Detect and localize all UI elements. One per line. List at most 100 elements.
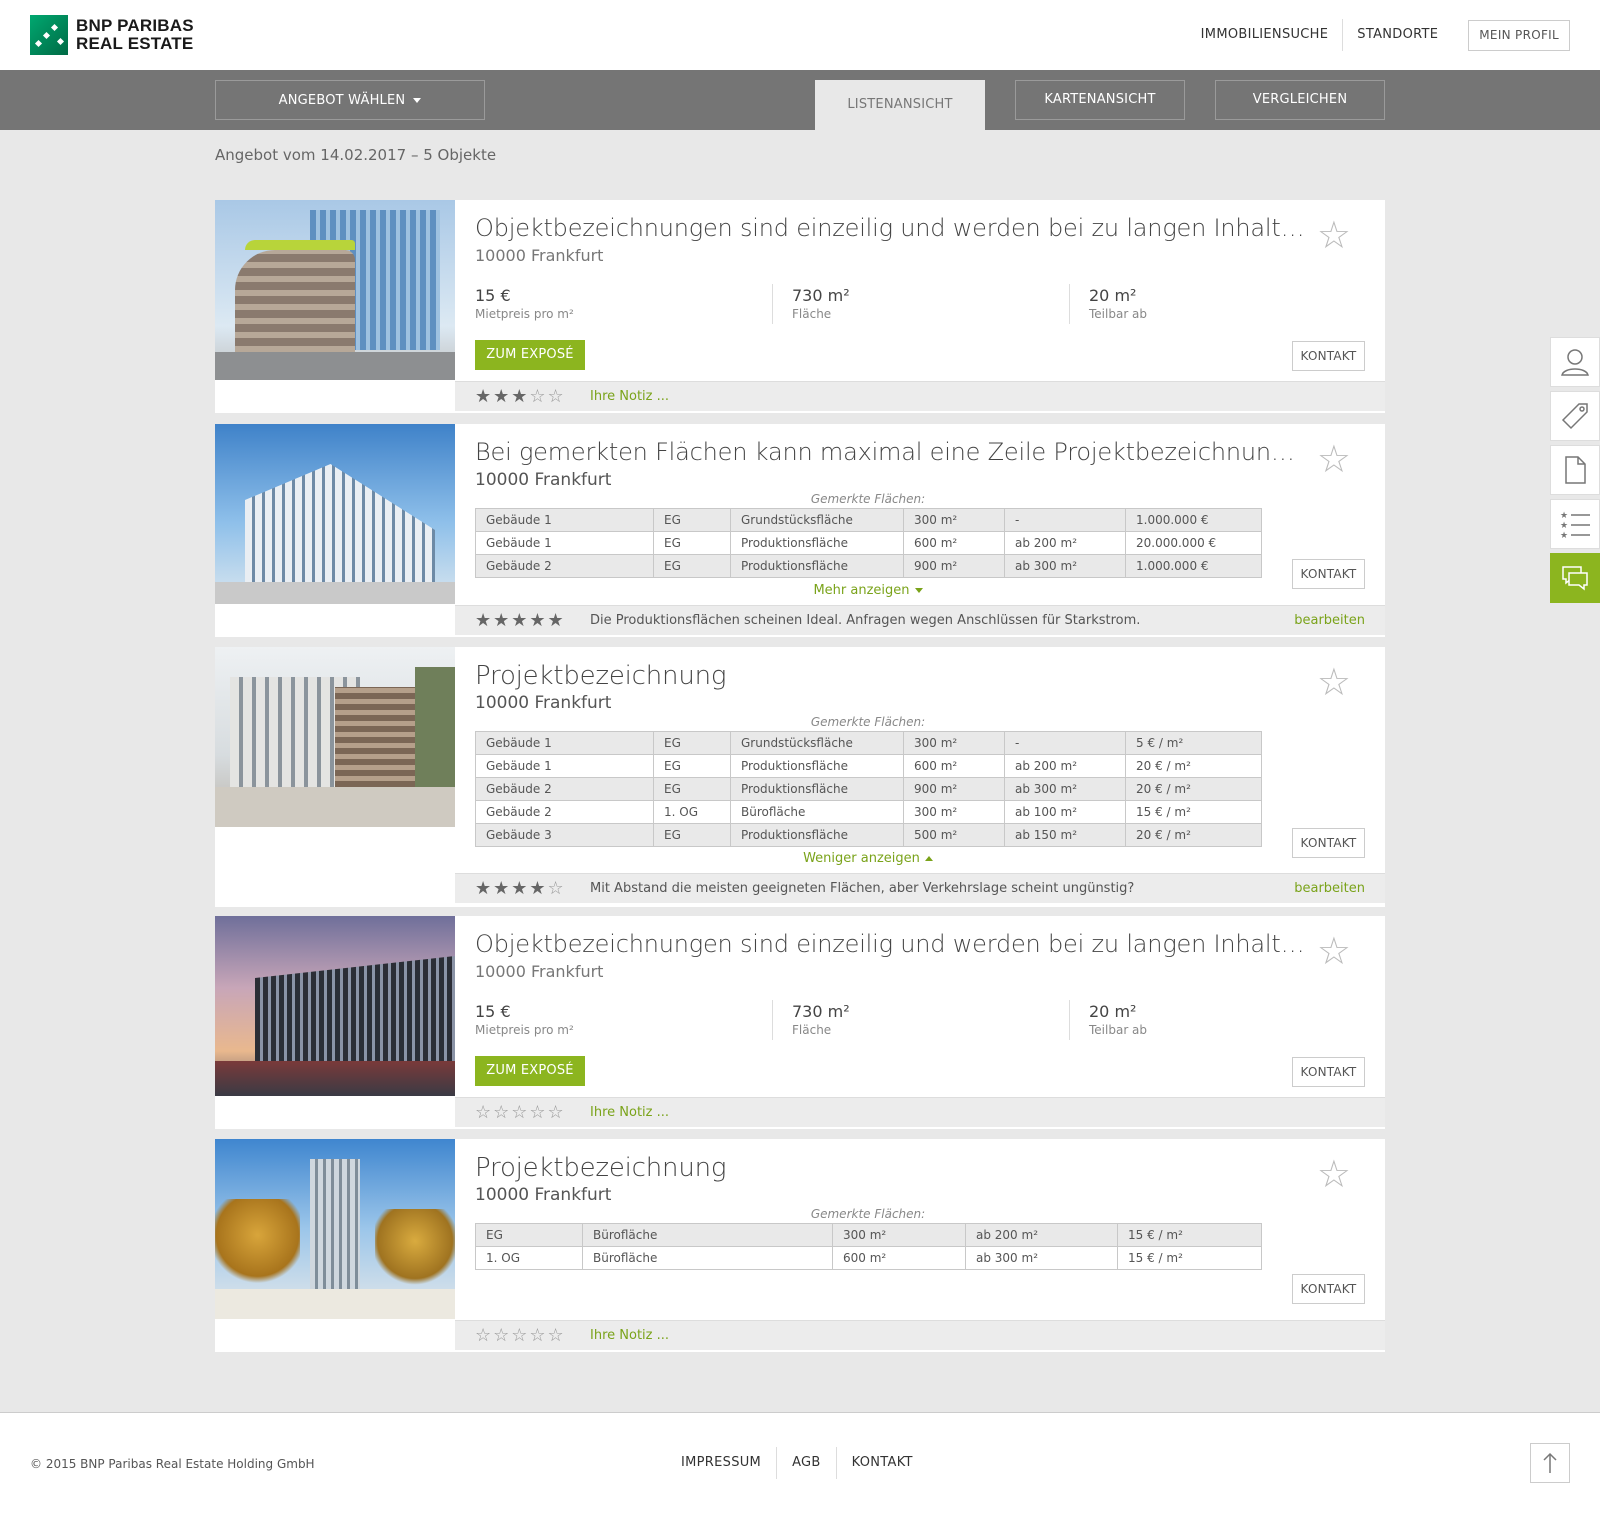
table-cell: ab 300 m² (1004, 777, 1126, 801)
property-title[interactable]: Bei gemerkten Flächen kann maximal eine … (475, 438, 1305, 466)
expose-button[interactable]: ZUM EXPOSÉ (475, 340, 585, 370)
property-image[interactable] (215, 647, 455, 827)
area-label: Fläche (792, 1023, 832, 1037)
chat-icon (1562, 566, 1588, 591)
footer-link-agb[interactable]: AGB (777, 1447, 836, 1479)
rating-stars[interactable]: ☆☆☆☆☆ (475, 1102, 566, 1123)
contact-button[interactable]: KONTAKT (1292, 1057, 1365, 1087)
note-bar: ★★★★★ Die Produktionsflächen scheinen Id… (455, 605, 1385, 635)
table-cell: 20 € / m² (1125, 754, 1262, 778)
profile-tool-button[interactable] (1550, 337, 1600, 387)
property-image[interactable] (215, 1139, 455, 1319)
rent-stat: 15 € Mietpreis pro m² (475, 1002, 574, 1037)
stat-divider (772, 1000, 773, 1040)
list-tool-button[interactable]: ★ ★ ★ (1550, 499, 1600, 549)
table-row[interactable]: EG Bürofläche 300 m² ab 200 m² 15 € / m² (475, 1223, 1262, 1247)
table-row[interactable]: Gebäude 1 EG Grundstücksfläche 300 m² - … (475, 508, 1262, 532)
show-less-link[interactable]: Weniger anzeigen (475, 851, 1261, 866)
marked-areas-table: Gebäude 1 EG Grundstücksfläche 300 m² - … (475, 508, 1262, 578)
table-cell: ab 200 m² (1004, 754, 1126, 778)
rating-stars[interactable]: ☆☆☆☆☆ (475, 1325, 566, 1346)
property-image[interactable] (215, 424, 455, 604)
footer-link-kontakt[interactable]: KONTAKT (837, 1447, 928, 1479)
chevron-down-icon (413, 97, 422, 103)
chevron-down-icon (914, 588, 923, 593)
area-value: 730 m² (792, 286, 850, 305)
contact-button[interactable]: KONTAKT (1292, 341, 1365, 371)
note-text: Die Produktionsflächen scheinen Ideal. A… (590, 613, 1141, 628)
table-cell: EG (653, 531, 731, 555)
footer-link-impressum[interactable]: IMPRESSUM (666, 1447, 776, 1479)
edit-note-link[interactable]: bearbeiten (1294, 613, 1365, 628)
table-cell: 600 m² (903, 754, 1005, 778)
property-title[interactable]: Objektbezeichnungen sind einzeilig und w… (475, 214, 1305, 242)
marked-areas-label: Gemerkte Flächen: (810, 492, 926, 506)
favorite-star-icon[interactable]: ☆ (1317, 663, 1351, 701)
nav-immobiliensuche[interactable]: IMMOBILIENSUCHE (1187, 19, 1343, 51)
table-row[interactable]: Gebäude 2 EG Produktionsfläche 900 m² ab… (475, 554, 1262, 578)
property-title[interactable]: Projektbezeichnung (475, 1153, 1305, 1183)
table-cell: 300 m² (903, 508, 1005, 532)
table-row[interactable]: Gebäude 1 EG Produktionsfläche 600 m² ab… (475, 754, 1262, 778)
table-row[interactable]: Gebäude 3 EG Produktionsfläche 500 m² ab… (475, 823, 1262, 847)
table-cell: EG (475, 1223, 583, 1247)
table-row[interactable]: Gebäude 2 1. OG Bürofläche 300 m² ab 100… (475, 800, 1262, 824)
contact-button[interactable]: KONTAKT (1292, 1274, 1365, 1304)
property-card: Projektbezeichnung 10000 Frankfurt ☆ Gem… (215, 1139, 1385, 1352)
logo[interactable]: BNP PARIBAS REAL ESTATE (30, 15, 194, 55)
select-offer-dropdown[interactable]: ANGEBOT WÄHLEN (215, 80, 485, 120)
divisible-label: Teilbar ab (1089, 1023, 1148, 1037)
table-cell: 1. OG (653, 800, 731, 824)
table-cell: Gebäude 1 (475, 508, 654, 532)
rating-stars[interactable]: ★★★☆☆ (475, 386, 566, 407)
profile-icon (1561, 349, 1589, 376)
divisible-label: Teilbar ab (1089, 307, 1148, 321)
rent-value: 15 € (475, 286, 511, 305)
table-row[interactable]: Gebäude 1 EG Grundstücksfläche 300 m² - … (475, 731, 1262, 755)
scroll-to-top-button[interactable] (1530, 1443, 1570, 1483)
favorite-star-icon[interactable]: ☆ (1317, 1155, 1351, 1193)
document-tool-button[interactable] (1550, 445, 1600, 495)
favorite-star-icon[interactable]: ☆ (1317, 216, 1351, 254)
property-city: 10000 Frankfurt (475, 470, 612, 490)
table-cell: 1.000.000 € (1125, 554, 1262, 578)
table-row[interactable]: 1. OG Bürofläche 600 m² ab 300 m² 15 € /… (475, 1246, 1262, 1270)
tab-compare[interactable]: VERGLEICHEN (1215, 80, 1385, 120)
note-input[interactable]: Ihre Notiz ... (590, 1328, 669, 1343)
divisible-stat: 20 m² Teilbar ab (1089, 286, 1147, 321)
list-icon: ★★★ (1560, 511, 1590, 540)
note-text: Mit Abstand die meisten geeigneten Fläch… (590, 881, 1135, 896)
rating-stars[interactable]: ★★★★☆ (475, 878, 566, 899)
table-cell: Bürofläche (582, 1223, 833, 1247)
table-cell: 5 € / m² (1125, 731, 1262, 755)
tab-map-view[interactable]: KARTENANSICHT (1015, 80, 1185, 120)
my-profile-button[interactable]: MEIN PROFIL (1468, 19, 1570, 51)
tag-tool-button[interactable] (1550, 391, 1600, 441)
table-row[interactable]: Gebäude 2 EG Produktionsfläche 900 m² ab… (475, 777, 1262, 801)
table-cell: EG (653, 754, 731, 778)
tab-list-view[interactable]: LISTENANSICHT (815, 80, 985, 130)
property-city: 10000 Frankfurt (475, 1185, 612, 1205)
property-image[interactable] (215, 916, 455, 1096)
property-city: 10000 Frankfurt (475, 246, 604, 265)
table-cell: EG (653, 823, 731, 847)
favorite-star-icon[interactable]: ☆ (1317, 440, 1351, 478)
contact-button[interactable]: KONTAKT (1292, 559, 1365, 589)
table-cell: 15 € / m² (1125, 800, 1262, 824)
favorite-star-icon[interactable]: ☆ (1317, 932, 1351, 970)
expose-button[interactable]: ZUM EXPOSÉ (475, 1056, 585, 1086)
rating-stars[interactable]: ★★★★★ (475, 610, 566, 631)
property-image[interactable] (215, 200, 455, 380)
property-card: Projektbezeichnung 10000 Frankfurt ☆ Gem… (215, 647, 1385, 907)
property-title[interactable]: Objektbezeichnungen sind einzeilig und w… (475, 930, 1305, 958)
contact-button[interactable]: KONTAKT (1292, 828, 1365, 858)
property-title[interactable]: Projektbezeichnung (475, 661, 1305, 691)
note-input[interactable]: Ihre Notiz ... (590, 389, 669, 404)
chat-tool-button[interactable] (1550, 553, 1600, 603)
note-input[interactable]: Ihre Notiz ... (590, 1105, 669, 1120)
show-more-link[interactable]: Mehr anzeigen (475, 583, 1261, 598)
property-card: Objektbezeichnungen sind einzeilig und w… (215, 916, 1385, 1129)
edit-note-link[interactable]: bearbeiten (1294, 881, 1365, 896)
nav-standorte[interactable]: STANDORTE (1343, 19, 1452, 51)
table-row[interactable]: Gebäude 1 EG Produktionsfläche 600 m² ab… (475, 531, 1262, 555)
